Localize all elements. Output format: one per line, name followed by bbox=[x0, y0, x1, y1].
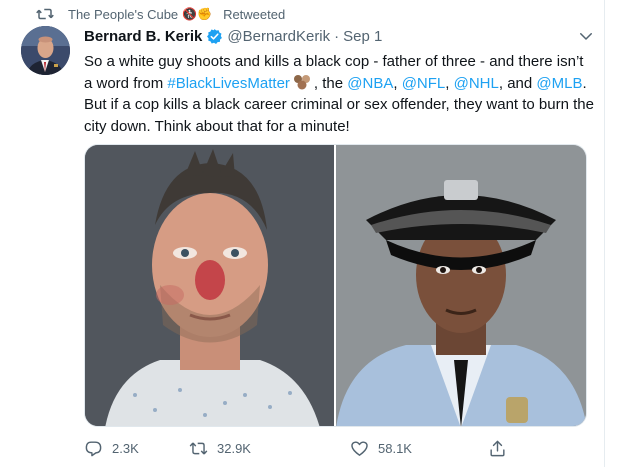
tweet-media[interactable] bbox=[84, 144, 587, 427]
mugshot-image bbox=[85, 145, 334, 426]
tweet-actions: 2.3K 32.9K 58.1K bbox=[84, 439, 514, 459]
hashtag-emoji-icon bbox=[292, 74, 312, 90]
tweet-text-sep3: , and bbox=[498, 74, 537, 92]
retweeter-name[interactable]: The People's Cube bbox=[68, 7, 178, 22]
verified-badge-icon bbox=[207, 28, 223, 44]
retweet-icon bbox=[189, 442, 208, 455]
like-count: 58.1K bbox=[378, 441, 412, 456]
chevron-down-icon[interactable] bbox=[577, 27, 595, 45]
avatar-portrait bbox=[21, 26, 70, 75]
tweet-header: Bernard B. Kerik @BernardKerik · Sep 1 bbox=[84, 26, 382, 46]
retweet-indicator: The People's Cube 🚷✊ Retweeted bbox=[36, 5, 285, 23]
hashtag-link[interactable]: #BlackLivesMatter bbox=[167, 75, 290, 92]
author-avatar[interactable] bbox=[21, 26, 70, 75]
tweet-text-sep1: , bbox=[393, 74, 402, 92]
reply-icon bbox=[85, 441, 102, 457]
timeline-divider bbox=[604, 0, 605, 467]
media-photo-left[interactable] bbox=[85, 145, 334, 426]
tweet-date[interactable]: Sep 1 bbox=[343, 28, 382, 45]
retweeter-emoji: 🚷✊ bbox=[182, 7, 213, 21]
mention-nhl-link[interactable]: @NHL bbox=[454, 75, 499, 92]
retweet-count: 32.9K bbox=[217, 441, 251, 456]
header-separator: · bbox=[334, 27, 340, 45]
heart-icon bbox=[351, 441, 368, 456]
author-handle[interactable]: @BernardKerik bbox=[227, 28, 330, 45]
share-icon bbox=[490, 440, 505, 457]
author-name[interactable]: Bernard B. Kerik bbox=[84, 28, 202, 45]
reply-count: 2.3K bbox=[112, 441, 139, 456]
mention-nba-link[interactable]: @NBA bbox=[347, 75, 393, 92]
officer-portrait-image bbox=[335, 145, 586, 426]
reply-button[interactable]: 2.3K bbox=[84, 439, 139, 458]
retweet-button[interactable]: 32.9K bbox=[189, 439, 251, 458]
share-button[interactable] bbox=[488, 439, 516, 458]
tweet-text-sep2: , bbox=[445, 74, 454, 92]
tweet-text: So a white guy shoots and kills a black … bbox=[84, 51, 594, 137]
tweet-text-part2: , the bbox=[313, 74, 348, 92]
retweet-small-icon bbox=[36, 8, 54, 20]
mention-nfl-link[interactable]: @NFL bbox=[402, 75, 446, 92]
tweet[interactable]: The People's Cube 🚷✊ Retweeted Bernard B… bbox=[0, 0, 619, 467]
retweeted-label: Retweeted bbox=[223, 6, 286, 22]
mention-mlb-link[interactable]: @MLB bbox=[536, 75, 582, 92]
like-button[interactable]: 58.1K bbox=[350, 439, 412, 458]
media-photo-right[interactable] bbox=[335, 145, 586, 426]
